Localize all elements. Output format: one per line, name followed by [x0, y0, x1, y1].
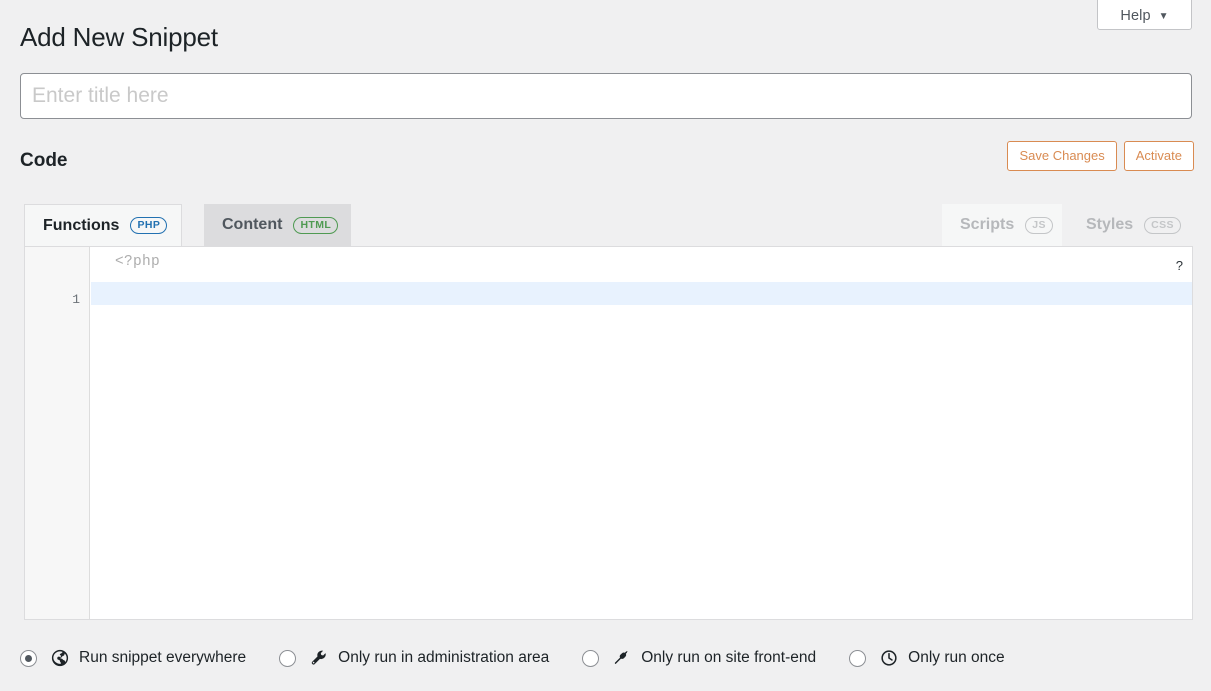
chevron-down-icon: ▼	[1159, 12, 1169, 22]
snippet-scope-options: Run snippet everywhere Only run in admin…	[20, 643, 1191, 673]
scope-label-frontend: Only run on site front-end	[641, 648, 816, 668]
editor-line-number-gutter: 1	[25, 247, 90, 619]
activate-button[interactable]: Activate	[1124, 141, 1194, 171]
tab-styles-label: Styles	[1086, 216, 1133, 234]
tab-scripts[interactable]: Scripts JS	[942, 204, 1062, 246]
code-actions: Save Changes Activate	[1007, 141, 1194, 171]
wrench-icon	[309, 648, 329, 668]
code-section-heading: Code	[20, 148, 68, 174]
editor-active-line-highlight	[91, 282, 1192, 305]
pin-icon	[612, 648, 632, 668]
scope-option-admin[interactable]: Only run in administration area	[279, 648, 549, 668]
scope-label-once: Only run once	[908, 648, 1005, 668]
help-button-label: Help	[1120, 8, 1150, 24]
js-badge: JS	[1025, 217, 1053, 234]
tab-functions[interactable]: Functions PHP	[24, 204, 182, 246]
scope-radio-admin[interactable]	[279, 650, 296, 667]
scope-radio-everywhere[interactable]	[20, 650, 37, 667]
tab-content-label: Content	[222, 216, 282, 234]
tab-scripts-label: Scripts	[960, 216, 1014, 234]
scope-option-everywhere[interactable]: Run snippet everywhere	[20, 648, 246, 668]
php-badge: PHP	[130, 217, 167, 234]
scope-radio-once[interactable]	[849, 650, 866, 667]
line-number: 1	[72, 288, 80, 311]
page-title: Add New Snippet	[20, 20, 218, 54]
tab-content[interactable]: Content HTML	[204, 204, 351, 246]
clock-icon	[879, 648, 899, 668]
scope-label-admin: Only run in administration area	[338, 648, 549, 668]
html-badge: HTML	[293, 217, 338, 234]
tab-functions-label: Functions	[43, 217, 119, 235]
globe-icon	[50, 648, 70, 668]
snippet-title-field-wrapper	[20, 73, 1192, 119]
css-badge: CSS	[1144, 217, 1181, 234]
tab-styles[interactable]: Styles CSS	[1068, 204, 1192, 246]
scope-option-frontend[interactable]: Only run on site front-end	[582, 648, 816, 668]
snippet-title-input[interactable]	[20, 73, 1192, 119]
editor-help-icon[interactable]: ?	[1176, 259, 1183, 273]
save-changes-button[interactable]: Save Changes	[1007, 141, 1116, 171]
code-editor-tabs: Functions PHP Content HTML Scripts JS St…	[24, 204, 1192, 246]
code-editor[interactable]: 1 <?php ?	[24, 246, 1193, 620]
scope-label-everywhere: Run snippet everywhere	[79, 648, 246, 668]
scope-radio-frontend[interactable]	[582, 650, 599, 667]
help-button[interactable]: Help ▼	[1097, 0, 1192, 30]
php-open-tag: <?php	[115, 252, 160, 272]
scope-option-once[interactable]: Only run once	[849, 648, 1005, 668]
